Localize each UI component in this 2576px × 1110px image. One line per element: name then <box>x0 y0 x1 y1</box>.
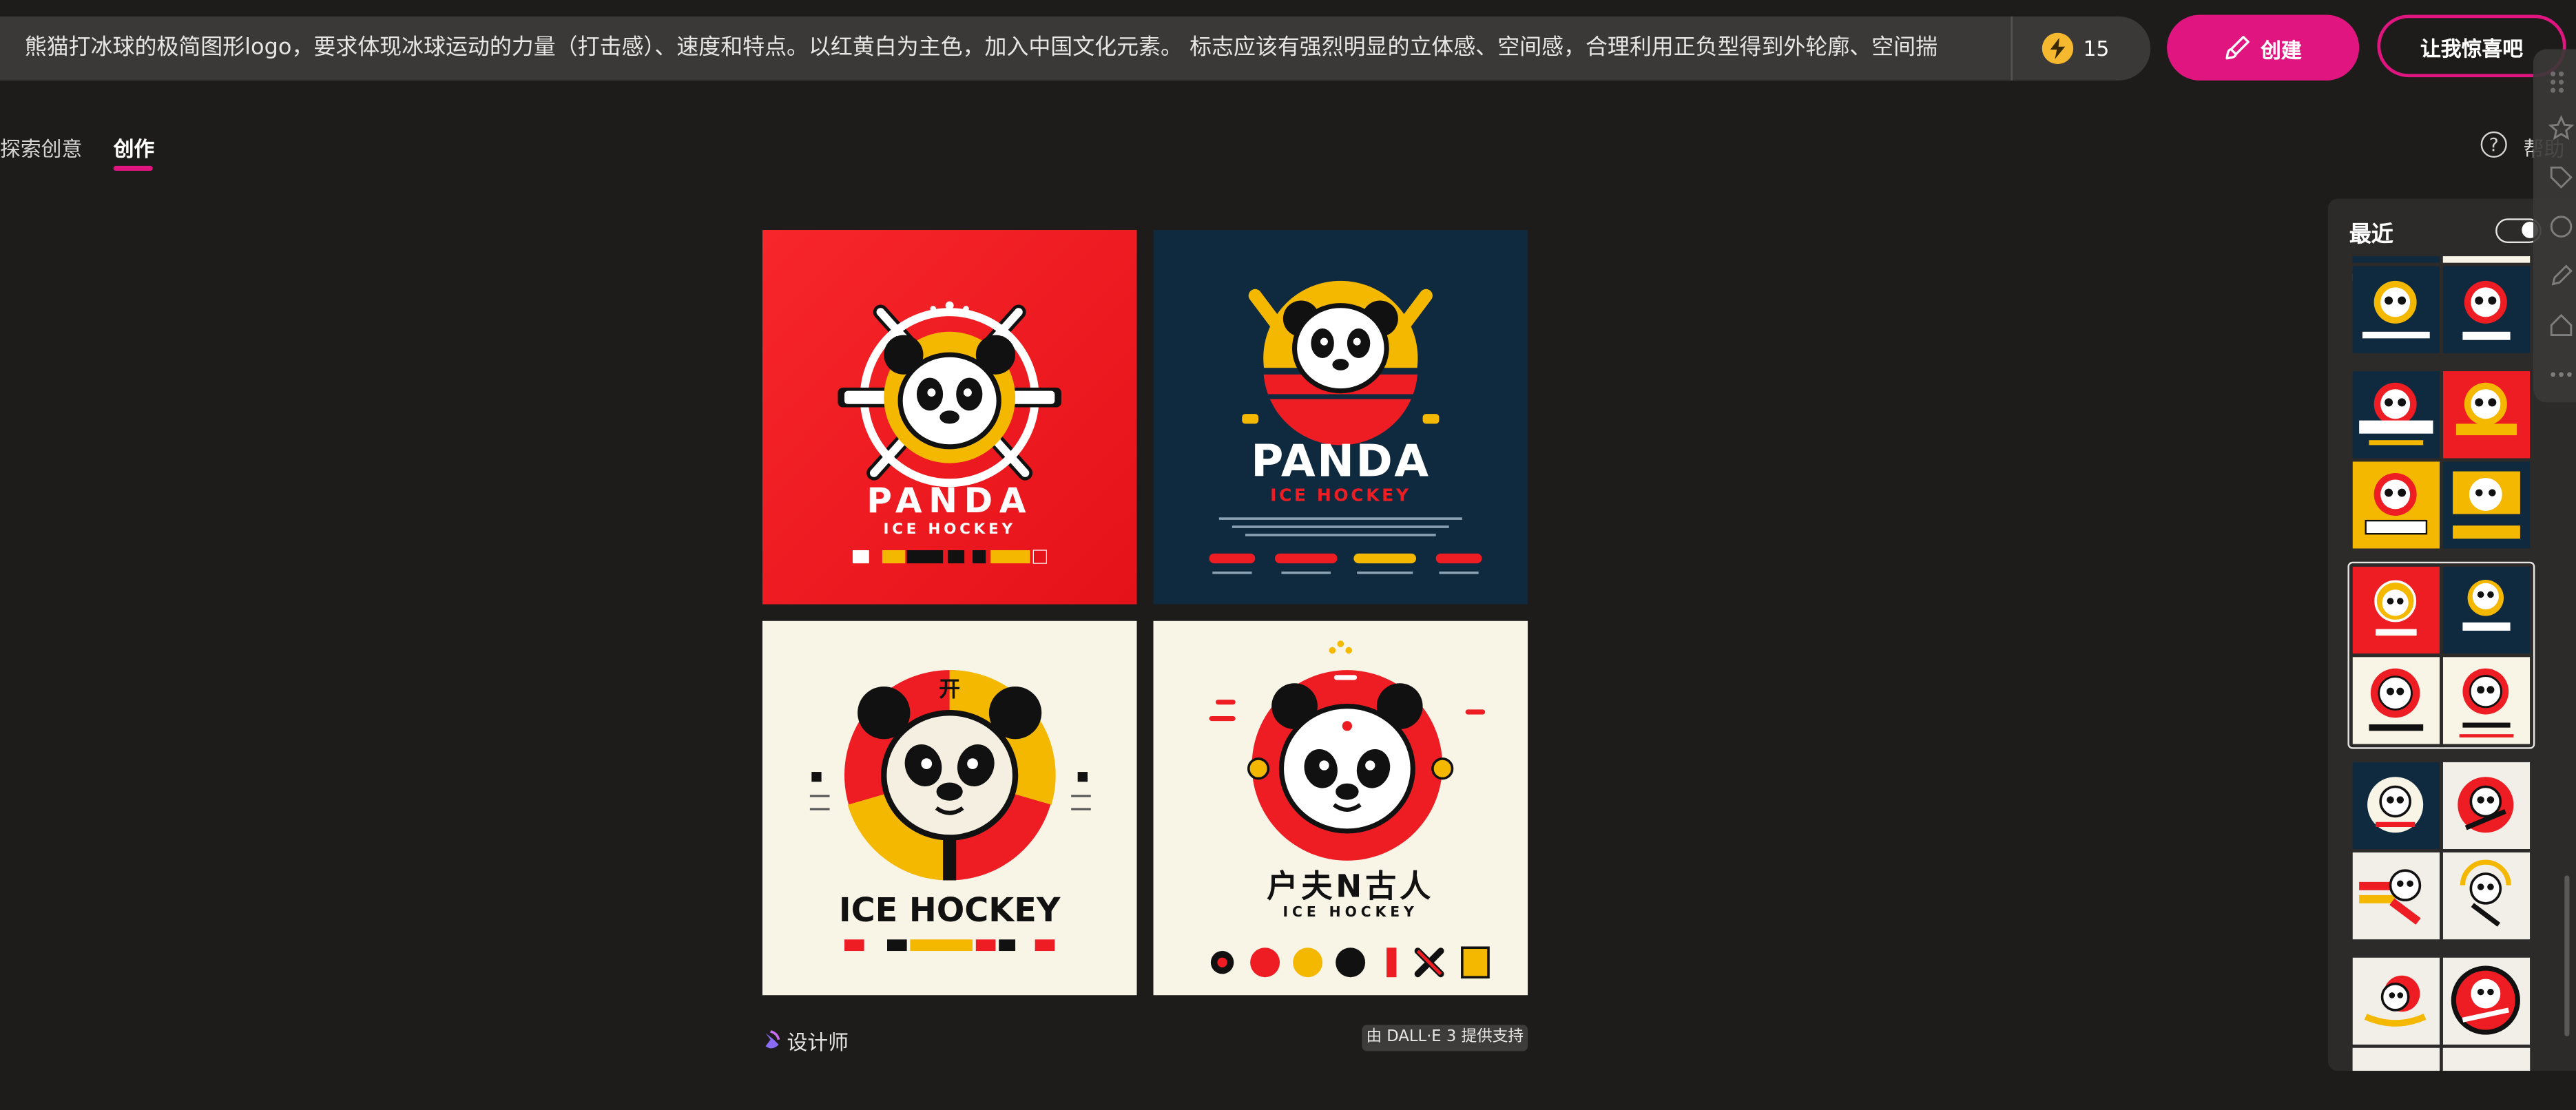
image-2-subtitle: ICE HOCKEY <box>1270 485 1411 505</box>
tag-icon[interactable] <box>2548 165 2574 191</box>
recent-thumb-current-1[interactable] <box>2352 566 2440 654</box>
designer-label: 设计师 <box>787 1029 849 1054</box>
recent-thumb[interactable] <box>2352 852 2440 940</box>
tab-explore[interactable]: 探索创意 <box>0 132 82 161</box>
recent-thumb[interactable] <box>2352 957 2440 1045</box>
recent-thumb[interactable] <box>2352 266 2440 353</box>
home-icon[interactable] <box>2548 312 2574 338</box>
prompt-bar: 熊猫打冰球的极简图形logo，要求体现冰球运动的力量（打击感）、速度和特点。以红… <box>0 16 2151 81</box>
thumb-cut-top-left[interactable] <box>2352 256 2440 281</box>
generated-image-4[interactable]: 户夫N古人 ICE HOCKEY <box>1153 620 1528 996</box>
recent-thumb[interactable] <box>2442 371 2531 459</box>
recent-thumb[interactable] <box>2352 762 2440 850</box>
image-1-subtitle: ICE HOCKEY <box>883 521 1015 538</box>
generated-image-2[interactable]: PANDA ICE HOCKEY <box>1153 229 1528 605</box>
active-tab-indicator <box>113 165 153 171</box>
powered-by-badge: 由 DALL·E 3 提供支持 <box>1362 1025 1528 1051</box>
image-4-title: 户夫N古人 <box>1267 868 1434 904</box>
recent-thumb-current-2[interactable] <box>2442 566 2531 654</box>
create-button-label: 创建 <box>2261 36 2302 62</box>
generated-image-1[interactable]: PANDA ICE HOCKEY <box>762 229 1137 605</box>
recent-thumb[interactable] <box>2442 762 2531 850</box>
recent-thumb[interactable] <box>2352 371 2440 459</box>
create-button[interactable]: 创建 <box>2167 14 2360 81</box>
lightning-bolt-icon[interactable] <box>2042 32 2074 65</box>
recent-thumb-current-3[interactable] <box>2352 657 2440 744</box>
image-1-title: PANDA <box>866 481 1032 521</box>
pencil-icon[interactable] <box>2548 263 2574 289</box>
prompt-input[interactable]: 熊猫打冰球的极简图形logo，要求体现冰球运动的力量（打击感）、速度和特点。以红… <box>25 17 1980 81</box>
recent-thumb[interactable] <box>2442 266 2531 353</box>
star-icon[interactable] <box>2548 115 2575 141</box>
surprise-button-label: 让我惊喜吧 <box>2420 35 2524 61</box>
recent-title: 最近 <box>2349 223 2393 249</box>
boost-count: 15 <box>2083 36 2110 61</box>
image-3-title: ICE HOCKEY <box>839 892 1061 930</box>
edge-toolbar <box>2533 49 2576 403</box>
thumb-cut-top-right[interactable] <box>2442 256 2531 263</box>
thumb-cut-bottom-right[interactable] <box>2442 1047 2531 1071</box>
recent-thumb[interactable] <box>2442 461 2531 549</box>
recent-thumb[interactable] <box>2442 852 2531 940</box>
image-2-title: PANDA <box>1251 436 1430 488</box>
chat-bubble-icon[interactable] <box>2548 213 2574 240</box>
recent-scrollbar[interactable] <box>2564 875 2570 1037</box>
recent-thumb[interactable] <box>2352 461 2440 549</box>
help-icon[interactable]: ? <box>2480 131 2507 158</box>
thumb-cut-bottom-left[interactable] <box>2352 1047 2440 1071</box>
recent-thumb-current-4[interactable] <box>2442 657 2531 744</box>
image-4-subtitle: ICE HOCKEY <box>1283 903 1418 920</box>
brush-icon <box>2225 35 2250 60</box>
apps-grid-icon[interactable] <box>2548 69 2574 95</box>
more-icon[interactable] <box>2548 362 2574 388</box>
image-3-glyph: 开 <box>939 677 960 702</box>
recent-thumb[interactable] <box>2442 957 2531 1045</box>
generated-image-3[interactable]: 开 ICE HOCKEY <box>762 620 1137 996</box>
prompt-divider <box>2011 16 2013 81</box>
designer-row[interactable]: 设计师 <box>762 1025 849 1054</box>
designer-logo-icon <box>765 1029 780 1048</box>
tab-create[interactable]: 创作 <box>114 132 155 161</box>
